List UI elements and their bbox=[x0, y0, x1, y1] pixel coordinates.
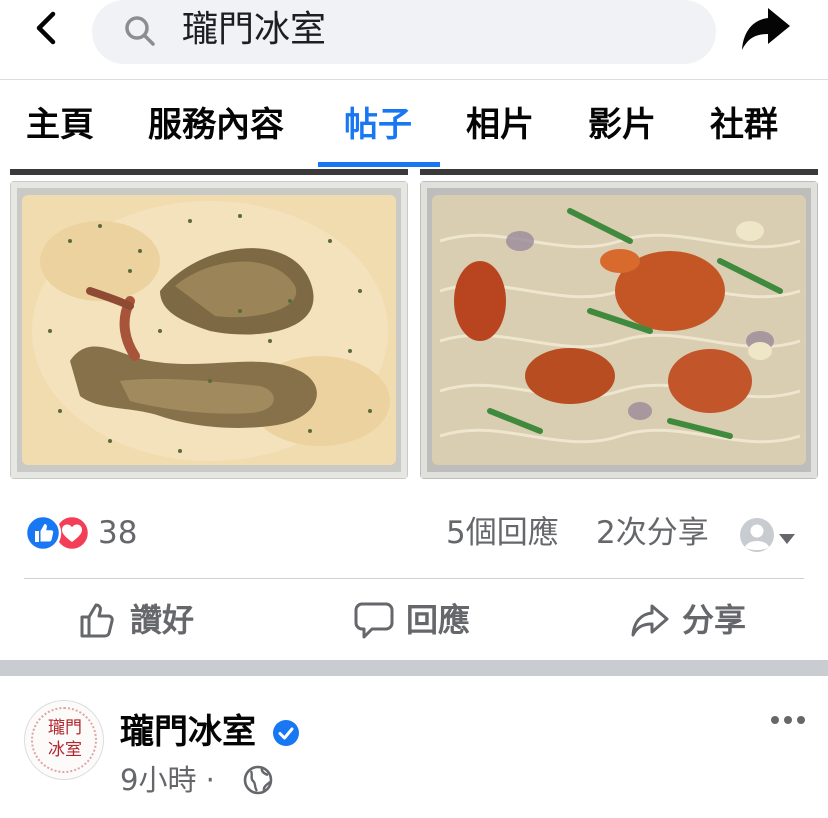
chevron-down-icon[interactable] bbox=[778, 530, 796, 544]
like-reaction-icon bbox=[24, 514, 62, 552]
page-tabs: 主頁 服務內容 帖子 相片 影片 社群 bbox=[0, 81, 828, 169]
reactions-summary[interactable]: 38 5個回應 2次分享 bbox=[0, 490, 828, 578]
feed-separator bbox=[0, 660, 828, 676]
reaction-count[interactable]: 38 bbox=[98, 514, 137, 552]
tab-videos[interactable]: 影片 bbox=[588, 103, 656, 147]
search-icon bbox=[122, 13, 158, 49]
tab-community[interactable]: 社群 bbox=[710, 103, 778, 147]
previous-photo-edge bbox=[420, 169, 818, 175]
avatar[interactable]: 瓏門 冰室 bbox=[24, 700, 104, 780]
share-icon bbox=[631, 604, 669, 637]
post-actions: 讚好 回應 分享 bbox=[0, 580, 828, 660]
viewer-avatar[interactable] bbox=[740, 518, 774, 552]
reaction-icons bbox=[24, 514, 92, 552]
comment-label: 回應 bbox=[406, 601, 471, 639]
post-photos bbox=[0, 169, 828, 490]
tab-photos[interactable]: 相片 bbox=[466, 103, 534, 147]
page-name[interactable]: 瓏門冰室 bbox=[120, 710, 256, 754]
like-label: 讚好 bbox=[130, 601, 195, 639]
previous-photo-edge bbox=[10, 169, 408, 175]
globe-icon bbox=[242, 764, 274, 796]
post-timestamp[interactable]: 9小時 · bbox=[120, 762, 215, 798]
more-dots-icon[interactable] bbox=[770, 712, 806, 728]
active-tab-indicator bbox=[318, 162, 440, 167]
tab-posts[interactable]: 帖子 bbox=[344, 103, 412, 147]
avatar-logo-text: 冰室 bbox=[48, 740, 82, 760]
next-post-header: 瓏門 冰室 瓏門冰室 9小時 · bbox=[0, 676, 828, 818]
search-input[interactable]: 瓏門冰室 bbox=[92, 0, 716, 64]
shares-count[interactable]: 2次分享 bbox=[596, 514, 709, 552]
comments-count[interactable]: 5個回應 bbox=[446, 514, 559, 552]
photo-baked-spaghetti[interactable] bbox=[10, 181, 408, 479]
share-label: 分享 bbox=[682, 601, 747, 639]
avatar-logo-text: 瓏門 bbox=[48, 718, 82, 738]
share-button[interactable]: 分享 bbox=[630, 598, 746, 642]
top-search-bar: 瓏門冰室 bbox=[0, 0, 828, 80]
tab-services[interactable]: 服務內容 bbox=[148, 103, 284, 147]
back-arrow-icon[interactable] bbox=[26, 6, 70, 50]
tab-home[interactable]: 主頁 bbox=[26, 103, 94, 147]
divider bbox=[24, 578, 804, 579]
search-query[interactable]: 瓏門冰室 bbox=[182, 8, 326, 52]
photo-lobster-noodles[interactable] bbox=[420, 181, 818, 479]
thumbs-up-icon bbox=[80, 603, 114, 638]
comment-button[interactable]: 回應 bbox=[354, 598, 470, 642]
like-button[interactable]: 讚好 bbox=[78, 598, 194, 642]
verified-badge-icon bbox=[272, 719, 300, 747]
comment-bubble-icon bbox=[354, 602, 394, 639]
share-arrow-icon[interactable] bbox=[738, 4, 792, 54]
